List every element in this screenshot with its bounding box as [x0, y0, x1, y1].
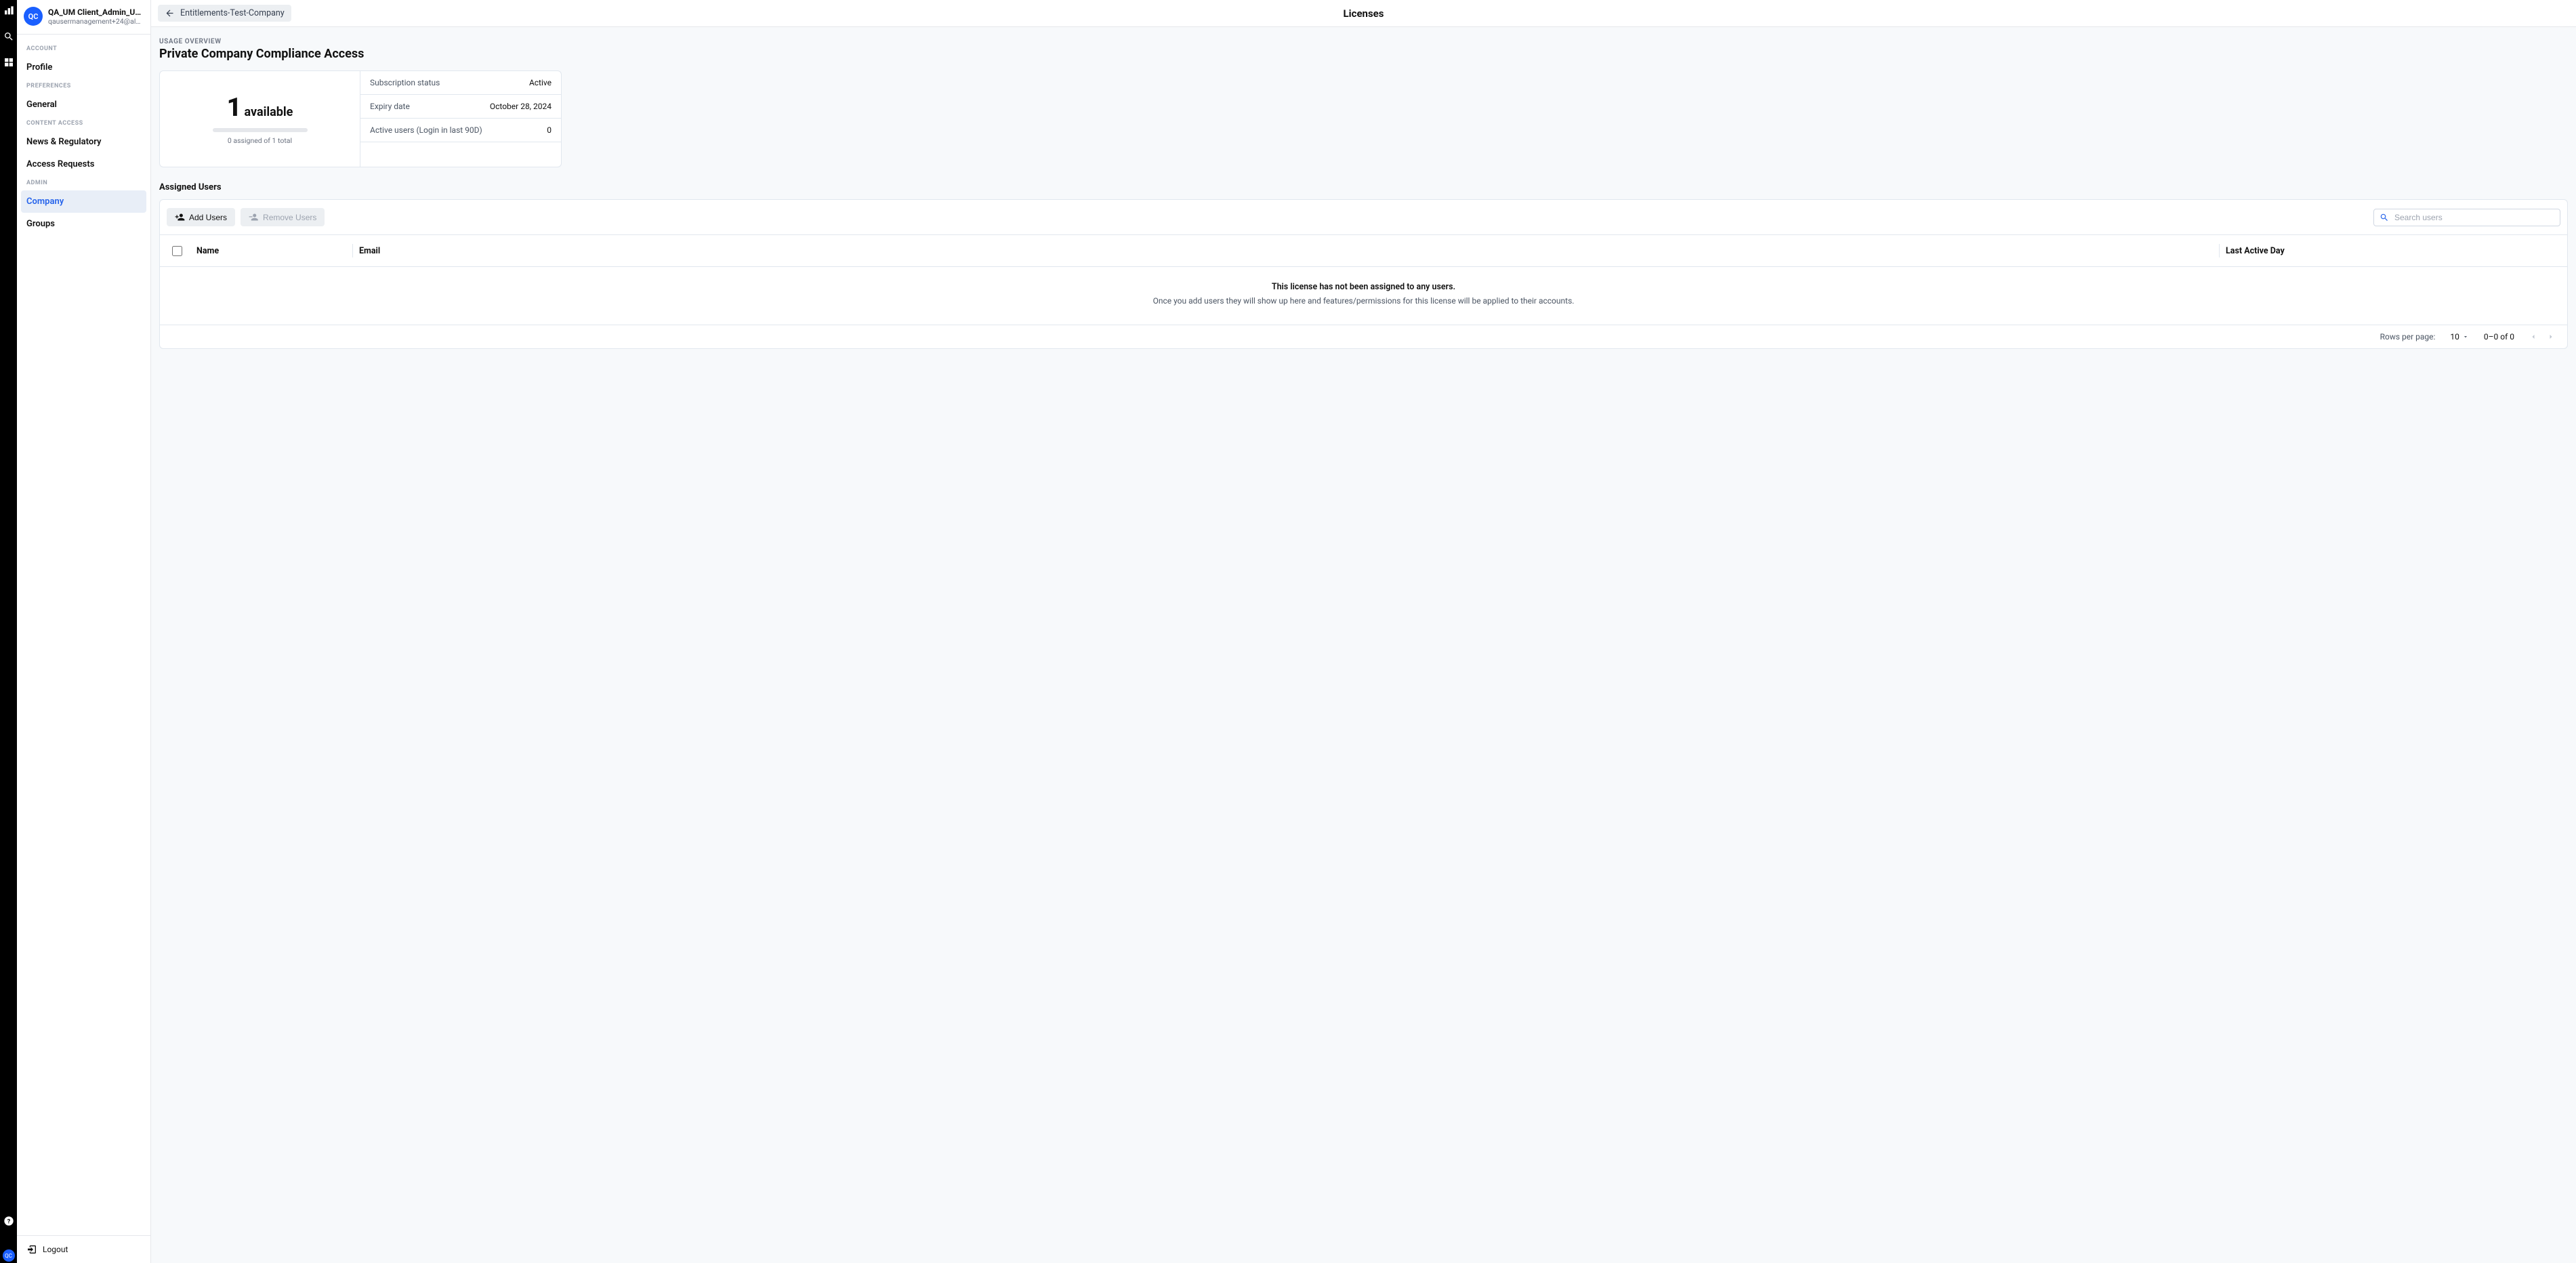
- sidebar-item-general[interactable]: General: [17, 94, 150, 116]
- pager-range: 0–0 of 0: [2484, 332, 2514, 341]
- col-last-active[interactable]: Last Active Day: [2219, 246, 2558, 256]
- stat-value: 0: [547, 125, 552, 135]
- svg-text:?: ?: [7, 1218, 10, 1225]
- overview-kicker: USAGE OVERVIEW: [159, 38, 2568, 45]
- sidebar-user: QC QA_UM Client_Admin_User qausermanagem…: [17, 0, 150, 35]
- pager-next: [2547, 333, 2555, 341]
- person-add-icon: [175, 212, 185, 222]
- pager-prev: [2529, 333, 2537, 341]
- col-name[interactable]: Name: [196, 246, 352, 256]
- user-name: QA_UM Client_Admin_User: [48, 7, 144, 17]
- empty-state: This license has not been assigned to an…: [160, 267, 2567, 325]
- search-users[interactable]: [2373, 209, 2560, 226]
- select-all-checkbox[interactable]: [172, 246, 182, 256]
- rows-per-page-select[interactable]: 10: [2450, 332, 2469, 341]
- breadcrumb-back[interactable]: Entitlements-Test-Company: [158, 5, 291, 22]
- arrow-left-icon: [165, 8, 175, 18]
- main: Entitlements-Test-Company Licenses USAGE…: [151, 0, 2576, 1263]
- section-label-account: ACCOUNT: [17, 41, 150, 56]
- chevron-right-icon: [2547, 333, 2555, 341]
- table-toolbar: Add Users Remove Users: [160, 200, 2567, 234]
- chevron-down-icon: [2462, 333, 2469, 340]
- logout-button[interactable]: Logout: [17, 1235, 150, 1263]
- assigned-line: 0 assigned of 1 total: [228, 136, 292, 145]
- table-header: Name Email Last Active Day: [160, 234, 2567, 267]
- pager: Rows per page: 10 0–0 of 0: [160, 325, 2567, 348]
- help-icon[interactable]: ?: [2, 1214, 16, 1228]
- rail-avatar[interactable]: QC: [3, 1249, 15, 1262]
- stat-key: Active users (Login in last 90D): [370, 125, 482, 135]
- stat-key: Expiry date: [370, 102, 410, 111]
- sidebar-item-access-requests[interactable]: Access Requests: [17, 153, 150, 175]
- sidebar-item-company[interactable]: Company: [21, 190, 146, 213]
- person-remove-icon: [249, 212, 259, 222]
- sidebar-item-profile[interactable]: Profile: [17, 56, 150, 79]
- remove-users-label: Remove Users: [263, 213, 316, 222]
- stat-key: Subscription status: [370, 78, 440, 87]
- assigned-users-card: Add Users Remove Users Name Email: [159, 199, 2568, 349]
- apps-icon[interactable]: [2, 56, 16, 69]
- stat-value: October 28, 2024: [490, 102, 552, 111]
- user-email: qausermanagement+24@alpha-sense....: [48, 17, 144, 26]
- rows-per-page-label: Rows per page:: [2380, 332, 2436, 341]
- sidebar-item-groups[interactable]: Groups: [17, 213, 150, 235]
- search-input[interactable]: [2393, 212, 2554, 223]
- search-icon: [2380, 213, 2389, 222]
- app-rail: ? QC: [0, 0, 17, 1263]
- select-all[interactable]: [169, 244, 196, 258]
- sidebar-item-news-regulatory[interactable]: News & Regulatory: [17, 131, 150, 153]
- available-word: available: [245, 105, 293, 119]
- col-email[interactable]: Email: [352, 246, 2219, 256]
- chevron-left-icon: [2529, 333, 2537, 341]
- search-icon[interactable]: [2, 30, 16, 43]
- empty-title: This license has not been assigned to an…: [167, 282, 2560, 292]
- overview-stats: Subscription status Active Expiry date O…: [360, 71, 561, 167]
- avatar: QC: [24, 7, 43, 26]
- logo-icon[interactable]: [2, 4, 16, 18]
- assigned-users-title: Assigned Users: [159, 182, 2568, 192]
- stat-subscription-status: Subscription status Active: [360, 71, 561, 95]
- stat-expiry-date: Expiry date October 28, 2024: [360, 95, 561, 119]
- logout-icon: [26, 1244, 37, 1255]
- page-header-title: Licenses: [1344, 7, 1384, 20]
- settings-sidebar: QC QA_UM Client_Admin_User qausermanagem…: [17, 0, 151, 1263]
- availability-panel: 1 available 0 assigned of 1 total: [160, 71, 360, 167]
- logout-label: Logout: [43, 1245, 68, 1254]
- section-label-admin: ADMIN: [17, 175, 150, 190]
- rows-per-page-value: 10: [2450, 332, 2459, 341]
- remove-users-button: Remove Users: [241, 208, 325, 226]
- topbar: Entitlements-Test-Company Licenses: [151, 0, 2576, 27]
- page-title: Private Company Compliance Access: [159, 47, 2568, 61]
- usage-progress-bar: [213, 128, 308, 132]
- overview-card: 1 available 0 assigned of 1 total Subscr…: [159, 70, 562, 167]
- section-label-preferences: PREFERENCES: [17, 79, 150, 94]
- available-count: 1: [227, 93, 242, 123]
- add-users-label: Add Users: [189, 213, 227, 222]
- section-label-content-access: CONTENT ACCESS: [17, 116, 150, 131]
- empty-subtitle: Once you add users they will show up her…: [167, 296, 2560, 306]
- breadcrumb-label: Entitlements-Test-Company: [180, 8, 285, 18]
- add-users-button[interactable]: Add Users: [167, 208, 235, 226]
- stat-value: Active: [529, 78, 552, 87]
- content: USAGE OVERVIEW Private Company Complianc…: [151, 27, 2576, 1263]
- stat-active-users: Active users (Login in last 90D) 0: [360, 119, 561, 142]
